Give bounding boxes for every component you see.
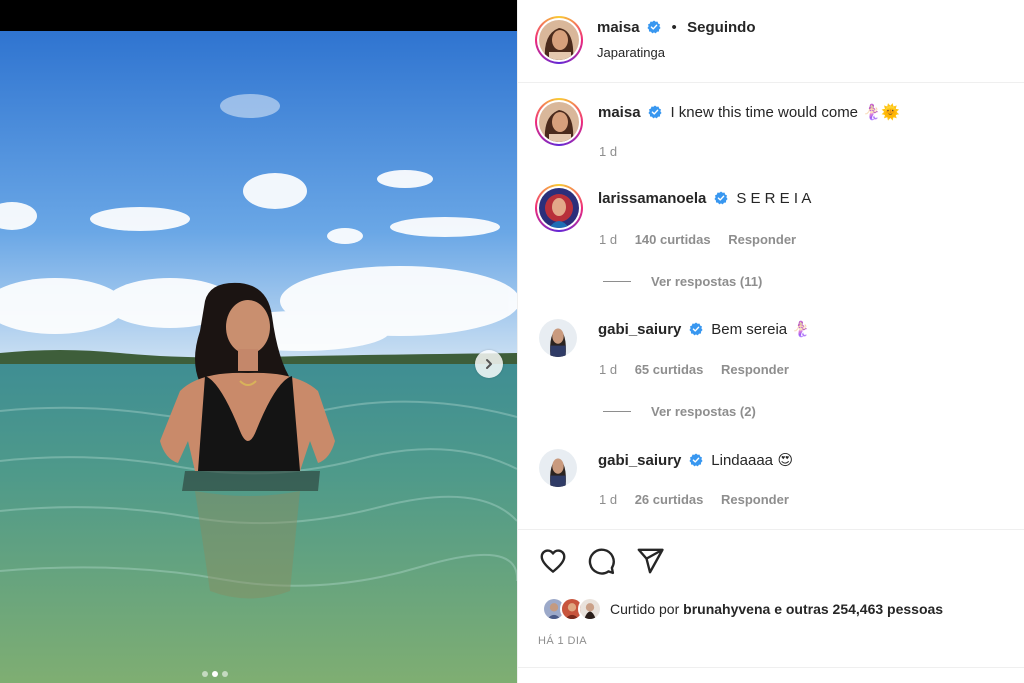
chevron-right-icon	[486, 359, 492, 369]
verified-badge-icon	[714, 191, 728, 205]
caption-time[interactable]: 1 d	[599, 144, 617, 159]
reply-button[interactable]: Responder	[721, 362, 789, 377]
caption: maisa I knew this time would come 🧜🏻‍♀️🌞	[598, 103, 900, 122]
comment-emoji: 🧜🏻‍♀️	[791, 320, 811, 338]
comment-likes[interactable]: 26 curtidas	[635, 492, 704, 507]
verified-badge-icon	[689, 453, 703, 467]
verified-badge-icon	[647, 20, 661, 34]
carousel-dot	[202, 671, 208, 677]
likes-prefix: Curtido por	[610, 601, 680, 617]
caption-username[interactable]: maisa	[598, 104, 641, 121]
comment-3: gabi_saiury Lindaaaa 😍	[598, 451, 793, 470]
comment-username[interactable]: larissamanoela	[598, 190, 706, 207]
comment-text: Lindaaaa	[711, 452, 774, 469]
liked-by-avatars[interactable]	[542, 597, 602, 621]
next-slide-button[interactable]	[475, 350, 503, 378]
view-replies-label: Ver respostas (2)	[651, 404, 756, 419]
separator-dot: •	[671, 19, 677, 36]
replies-divider	[603, 411, 631, 412]
comment-meta: 1 d 140 curtidas Responder	[599, 232, 810, 247]
likes-user-link[interactable]: bruna​hyvena	[683, 601, 770, 617]
view-replies-label: Ver respostas (11)	[651, 274, 763, 289]
verified-badge-icon	[648, 105, 662, 119]
comment-avatar-larissamanoela[interactable]	[535, 184, 583, 232]
comment-text: S E R E I A	[736, 190, 812, 207]
post-photo	[0, 31, 517, 683]
comment-avatar-gabi-saiury[interactable]	[539, 449, 577, 487]
comment-meta: 1 d 26 curtidas Responder	[599, 492, 803, 507]
likes-suffix[interactable]: e outras 254,463 pessoas	[774, 601, 943, 617]
actions-divider	[518, 529, 1024, 530]
comment-meta: 1 d 65 curtidas Responder	[599, 362, 803, 377]
reply-button[interactable]: Responder	[721, 492, 789, 507]
avatar	[578, 597, 602, 621]
caption-emoji: 🧜🏻‍♀️🌞	[862, 103, 900, 121]
comment-icon[interactable]	[586, 546, 616, 576]
view-replies-button[interactable]: Ver respostas (11)	[603, 274, 762, 289]
carousel-indicator	[202, 671, 228, 677]
comment-text: Bem sereia	[711, 321, 788, 338]
comment-time[interactable]: 1 d	[599, 232, 617, 247]
comment-likes[interactable]: 140 curtidas	[635, 232, 711, 247]
post-media[interactable]	[0, 0, 517, 683]
comment-1: larissamanoela S E R E I A	[598, 190, 811, 208]
bottom-divider	[518, 667, 1024, 668]
comment-time[interactable]: 1 d	[599, 362, 617, 377]
post-header: maisa • Seguindo Japaratinga	[518, 0, 1024, 83]
post-location[interactable]: Japaratinga	[597, 45, 665, 60]
follow-status-button[interactable]: Seguindo	[687, 19, 755, 36]
likes-summary: Curtido por bruna​hyvena e outras 254,46…	[542, 597, 943, 621]
verified-badge-icon	[689, 322, 703, 336]
media-top-bar	[0, 0, 517, 31]
comment-username[interactable]: gabi_saiury	[598, 321, 681, 338]
carousel-dot-active	[212, 671, 218, 677]
comment-avatar-gabi-saiury[interactable]	[539, 319, 577, 357]
comment-emoji: 😍	[777, 451, 794, 469]
replies-divider	[603, 281, 631, 282]
comment-likes[interactable]: 65 curtidas	[635, 362, 704, 377]
author-username[interactable]: maisa	[597, 19, 640, 36]
author-avatar[interactable]	[535, 16, 583, 64]
comment-time[interactable]: 1 d	[599, 492, 617, 507]
post-time[interactable]: HÁ 1 DIA	[538, 635, 587, 647]
reply-button[interactable]: Responder	[728, 232, 796, 247]
carousel-dot	[222, 671, 228, 677]
caption-author-avatar[interactable]	[535, 98, 583, 146]
comment-2: gabi_saiury Bem sereia 🧜🏻‍♀️	[598, 320, 810, 339]
caption-text: I knew this time would come	[670, 104, 859, 121]
view-replies-button[interactable]: Ver respostas (2)	[603, 404, 756, 419]
comment-username[interactable]: gabi_saiury	[598, 452, 681, 469]
heart-icon[interactable]	[538, 546, 568, 576]
share-icon[interactable]	[635, 546, 665, 576]
post-side-panel: maisa • Seguindo Japaratinga maisa I kne…	[517, 0, 1024, 683]
